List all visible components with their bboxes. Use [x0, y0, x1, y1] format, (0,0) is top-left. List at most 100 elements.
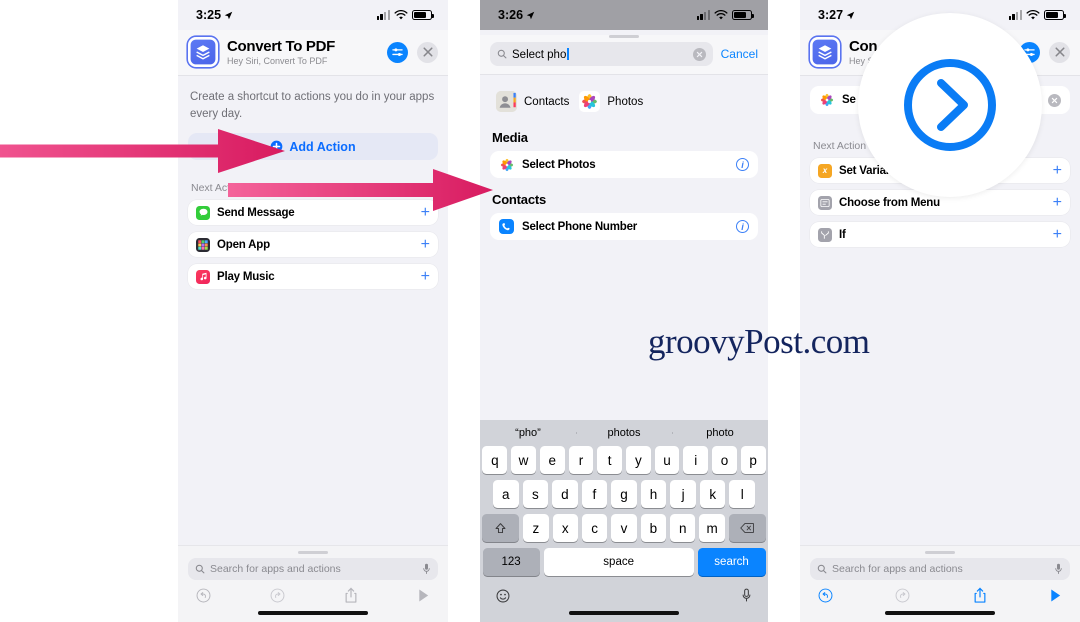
plus-icon[interactable]: + [1053, 162, 1062, 179]
play-icon[interactable] [1049, 588, 1062, 603]
shortcut-settings-button[interactable] [387, 41, 408, 63]
shortcut-header: Convert To PDF Hey Siri, Convert To PDF [178, 30, 448, 76]
microphone-icon[interactable] [741, 588, 752, 603]
search-key[interactable]: search [697, 548, 766, 576]
battery-icon [412, 10, 434, 20]
shift-key[interactable] [482, 514, 520, 542]
space-key[interactable]: space [543, 548, 694, 576]
suggestions-heading: Next Action Suggestions [191, 182, 305, 195]
search-input[interactable]: Search for apps and actions [188, 558, 438, 580]
home-indicator [258, 611, 368, 615]
key[interactable]: l [729, 480, 756, 508]
redo-icon[interactable] [895, 588, 910, 603]
key[interactable]: p [740, 446, 766, 474]
key[interactable]: j [670, 480, 696, 508]
key[interactable]: f [581, 480, 608, 508]
key[interactable]: y [626, 446, 651, 474]
shift-icon [495, 522, 506, 533]
location-arrow-icon [526, 11, 535, 19]
list-item[interactable]: If + [810, 222, 1070, 247]
key[interactable]: m [699, 514, 725, 542]
keyboard-bottom-row [480, 582, 768, 608]
search-icon [817, 564, 827, 574]
key[interactable]: h [640, 480, 667, 508]
app-chip-label: Contacts [524, 95, 570, 108]
key[interactable]: v [611, 514, 637, 542]
key[interactable]: z [523, 514, 549, 542]
info-icon[interactable]: i [736, 220, 749, 233]
list-item[interactable]: Select Phone Number i [490, 213, 758, 240]
key[interactable]: t [597, 446, 622, 474]
shortcuts-stack-icon [810, 37, 840, 67]
key[interactable]: e [539, 446, 565, 474]
plus-icon[interactable]: + [421, 268, 430, 285]
sheet-grabber[interactable] [298, 551, 328, 554]
search-input[interactable]: Search for apps and actions [810, 558, 1070, 580]
app-suggestions-row: Contacts Photos [480, 75, 768, 122]
share-icon[interactable] [973, 587, 987, 604]
clear-button[interactable] [1048, 93, 1061, 107]
add-action-button[interactable]: Add Action [188, 133, 438, 161]
status-time: 3:27 [818, 8, 844, 22]
microphone-icon[interactable] [422, 563, 431, 575]
app-chip-photos[interactable]: Photos [579, 91, 643, 112]
key[interactable]: c [581, 514, 608, 542]
search-placeholder: Search for apps and actions [210, 563, 341, 575]
battery-icon [732, 10, 754, 20]
list-item[interactable]: Play Music + [188, 264, 438, 290]
undo-icon[interactable] [196, 588, 211, 603]
plus-icon[interactable]: + [421, 204, 430, 221]
suggestion-chip[interactable]: photo [672, 427, 768, 439]
search-input[interactable]: Select pho [490, 42, 713, 66]
undo-icon[interactable] [818, 588, 833, 603]
info-icon[interactable]: i [736, 158, 749, 171]
suggestion-chip[interactable]: photos [576, 427, 672, 439]
key[interactable]: g [611, 480, 637, 508]
key[interactable]: x [552, 514, 578, 542]
add-action-label: Add Action [289, 139, 356, 154]
plus-circle-icon [271, 140, 283, 153]
key[interactable]: d [552, 480, 578, 508]
close-button[interactable] [417, 41, 438, 63]
key[interactable]: a [492, 480, 519, 508]
list-item[interactable]: Send Message + [188, 200, 438, 226]
redo-icon[interactable] [270, 588, 285, 603]
close-icon [422, 47, 433, 57]
key[interactable]: q [482, 446, 508, 474]
empty-state-text: Create a shortcut to actions you do in y… [190, 91, 435, 120]
cancel-button[interactable]: Cancel [721, 47, 758, 61]
plus-icon[interactable]: + [421, 236, 430, 253]
suggestion-chip[interactable]: “pho” [480, 427, 576, 439]
key[interactable]: i [683, 446, 709, 474]
search-icon [497, 49, 507, 59]
close-button[interactable] [1049, 41, 1070, 63]
backspace-key[interactable] [728, 514, 766, 542]
plus-icon[interactable]: + [1053, 226, 1062, 243]
list-item[interactable]: Select Photos i [490, 151, 758, 178]
key[interactable]: u [654, 446, 680, 474]
bottom-bar: Search for apps and actions [800, 545, 1080, 622]
sheet-grabber[interactable] [925, 551, 955, 554]
key[interactable]: s [522, 480, 549, 508]
key[interactable]: n [670, 514, 696, 542]
share-icon[interactable] [344, 587, 358, 604]
key[interactable]: k [699, 480, 726, 508]
key[interactable]: w [511, 446, 536, 474]
list-item[interactable]: Open App + [188, 232, 438, 258]
if-branch-icon [818, 227, 832, 242]
variable-icon: x [818, 163, 832, 178]
app-chip-contacts[interactable]: Contacts [496, 91, 569, 112]
key[interactable]: o [712, 446, 737, 474]
numbers-key[interactable]: 123 [482, 548, 540, 576]
plus-icon[interactable]: + [1053, 194, 1062, 211]
key[interactable]: r [568, 446, 594, 474]
sheet-grabber[interactable] [609, 35, 639, 38]
status-bar: 3:26 [480, 0, 768, 30]
key[interactable]: b [640, 514, 667, 542]
text-caret [567, 47, 569, 60]
emoji-icon[interactable] [496, 589, 510, 603]
microphone-icon[interactable] [1054, 563, 1063, 575]
search-row: Select pho Cancel [480, 42, 768, 66]
play-icon[interactable] [417, 588, 430, 603]
clear-button[interactable] [692, 47, 706, 61]
